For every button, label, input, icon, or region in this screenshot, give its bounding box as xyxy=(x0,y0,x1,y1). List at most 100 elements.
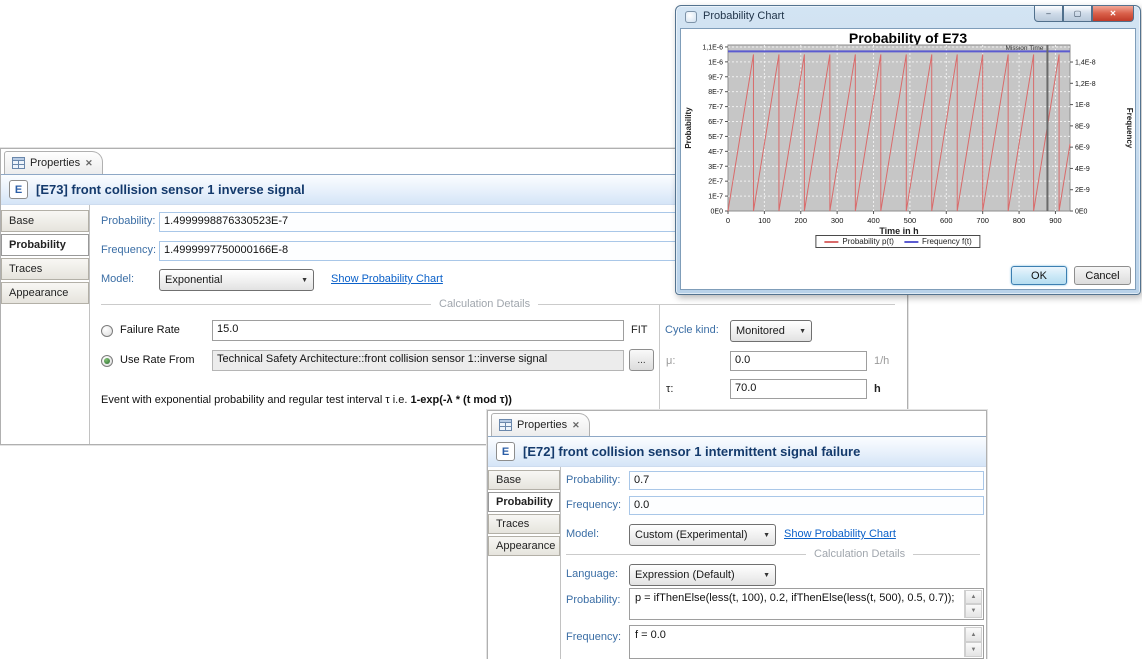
frequency-field[interactable]: 0.0 xyxy=(629,496,984,515)
sidebar-item-appearance[interactable]: Appearance xyxy=(488,536,560,556)
show-probability-chart-link[interactable]: Show Probability Chart xyxy=(784,528,896,540)
event-icon: E xyxy=(9,180,28,199)
tab-close-icon[interactable]: ✕ xyxy=(85,158,93,169)
right-axis-title: Frequency xyxy=(1125,108,1134,149)
chevron-down-icon: ▼ xyxy=(763,572,770,579)
sidebar-item-label: Base xyxy=(9,215,34,227)
sidebar-item-traces[interactable]: Traces xyxy=(1,258,89,280)
scroll-down-icon[interactable]: ▼ xyxy=(965,604,982,618)
maximize-button[interactable]: ▢ xyxy=(1063,6,1092,22)
use-rate-from-field[interactable]: Technical Safety Architecture::front col… xyxy=(212,350,624,371)
chart-dialog-content: Probability of E73 0E01E-72E-73E-74E-75E… xyxy=(680,28,1136,290)
left-axis-tick: 1E-7 xyxy=(708,194,723,201)
probability-expression-label: Probability: xyxy=(566,594,620,606)
separator-line xyxy=(101,304,431,305)
sidebar: Base Probability Traces Appearance xyxy=(488,467,561,659)
left-axis-tick: 1,1E-6 xyxy=(702,44,723,51)
probability-label: Probability: xyxy=(101,215,155,227)
sidebar-item-label: Appearance xyxy=(9,287,68,299)
show-probability-chart-link[interactable]: Show Probability Chart xyxy=(331,273,443,285)
ok-button[interactable]: OK xyxy=(1011,266,1067,285)
failure-rate-field[interactable]: 15.0 xyxy=(212,320,624,341)
model-note: Event with exponential probability and r… xyxy=(101,394,512,406)
tab-close-icon[interactable]: ✕ xyxy=(572,420,580,431)
scroll-up-icon[interactable]: ▲ xyxy=(965,590,982,604)
mission-time-label: Mission Time xyxy=(1006,45,1044,52)
legend-item: Probability p(t) xyxy=(824,237,894,246)
probability-expression-field[interactable]: p = ifThenElse(less(t, 100), 0.2, ifThen… xyxy=(629,588,984,620)
language-dropdown[interactable]: Expression (Default) ▼ xyxy=(629,564,776,586)
page-title: [E73] front collision sensor 1 inverse s… xyxy=(36,182,305,197)
frequency-expression-field[interactable]: f = 0.0 ▲ ▼ xyxy=(629,625,984,659)
probability-field[interactable]: 0.7 xyxy=(629,471,984,490)
sidebar-item-label: Traces xyxy=(496,518,529,530)
scroll-arrows: ▲ ▼ xyxy=(964,590,982,618)
event-icon: E xyxy=(496,442,515,461)
minimize-button[interactable]: – xyxy=(1034,6,1063,22)
model-dropdown-value: Custom (Experimental) xyxy=(635,529,747,541)
window-controls: – ▢ ✕ xyxy=(1034,6,1134,22)
left-axis-tick: 2E-7 xyxy=(708,179,723,186)
calculation-details-separator: Calculation Details xyxy=(566,548,980,560)
mu-unit: 1/h xyxy=(874,355,889,367)
x-axis-tick: 100 xyxy=(758,216,771,225)
sidebar-item-traces[interactable]: Traces xyxy=(488,514,560,534)
left-axis-title: Probability xyxy=(684,107,693,149)
sidebar-item-label: Base xyxy=(496,474,521,486)
separator-line xyxy=(913,554,980,555)
sidebar-item-label: Probability xyxy=(9,239,66,251)
scroll-down-icon[interactable]: ▼ xyxy=(965,642,982,657)
frequency-label: Frequency: xyxy=(101,244,156,256)
tab-properties-label: Properties xyxy=(30,157,80,169)
tau-label: τ: xyxy=(666,383,673,395)
left-axis-tick: 8E-7 xyxy=(708,89,723,96)
chevron-down-icon: ▼ xyxy=(763,532,770,539)
legend-swatch xyxy=(904,241,918,243)
x-axis-tick: 0 xyxy=(726,216,730,225)
scroll-up-icon[interactable]: ▲ xyxy=(965,627,982,642)
cancel-button[interactable]: Cancel xyxy=(1074,266,1131,285)
window-icon xyxy=(685,11,697,23)
scroll-arrows: ▲ ▼ xyxy=(964,627,982,657)
frequency-expression-text: f = 0.0 xyxy=(635,629,666,641)
sidebar-item-appearance[interactable]: Appearance xyxy=(1,282,89,304)
sidebar-item-base[interactable]: Base xyxy=(1,210,89,232)
cycle-kind-label: Cycle kind: xyxy=(665,324,719,336)
x-axis-tick: 200 xyxy=(795,216,808,225)
probability-label: Probability: xyxy=(566,474,620,486)
right-axis-tick: 1,2E-8 xyxy=(1075,81,1096,88)
screen: Properties ✕ E [E73] front collision sen… xyxy=(0,0,1142,659)
tab-properties[interactable]: Properties ✕ xyxy=(491,413,590,436)
chevron-down-icon: ▼ xyxy=(799,328,806,335)
right-axis-tick: 4E-9 xyxy=(1075,166,1090,173)
tau-field[interactable]: 70.0 xyxy=(730,379,867,399)
sidebar-item-label: Traces xyxy=(9,263,42,275)
right-axis-tick: 1E-8 xyxy=(1075,102,1090,109)
x-axis-tick: 500 xyxy=(904,216,917,225)
close-button[interactable]: ✕ xyxy=(1092,6,1134,22)
probability-expression-text: p = ifThenElse(less(t, 100), 0.2, ifThen… xyxy=(635,592,954,604)
use-rate-from-radio[interactable] xyxy=(101,355,113,367)
separator-line xyxy=(566,554,806,555)
model-dropdown[interactable]: Custom (Experimental) ▼ xyxy=(629,524,776,546)
window-titlebar[interactable]: Probability Chart – ▢ ✕ xyxy=(676,6,1140,28)
cycle-kind-dropdown[interactable]: Monitored ▼ xyxy=(730,320,812,342)
sidebar-item-probability[interactable]: Probability xyxy=(1,234,89,256)
left-axis-tick: 3E-7 xyxy=(708,164,723,171)
legend-item: Frequency f(t) xyxy=(904,237,972,246)
model-dropdown[interactable]: Exponential ▼ xyxy=(159,269,314,291)
frequency-label: Frequency: xyxy=(566,499,621,511)
tau-unit: h xyxy=(874,383,881,395)
chevron-down-icon: ▼ xyxy=(301,277,308,284)
browse-button[interactable]: ... xyxy=(629,349,654,371)
tab-properties[interactable]: Properties ✕ xyxy=(4,151,103,174)
failure-rate-radio[interactable] xyxy=(101,325,113,337)
x-axis-tick: 900 xyxy=(1049,216,1062,225)
mu-label: μ: xyxy=(666,355,675,367)
mu-field[interactable]: 0.0 xyxy=(730,351,867,371)
sidebar-item-probability[interactable]: Probability xyxy=(488,492,560,512)
model-label: Model: xyxy=(101,273,134,285)
sidebar-item-base[interactable]: Base xyxy=(488,470,560,490)
x-axis-tick: 700 xyxy=(976,216,989,225)
probability-chart: 0E01E-72E-73E-74E-75E-76E-77E-78E-79E-71… xyxy=(681,29,1137,255)
